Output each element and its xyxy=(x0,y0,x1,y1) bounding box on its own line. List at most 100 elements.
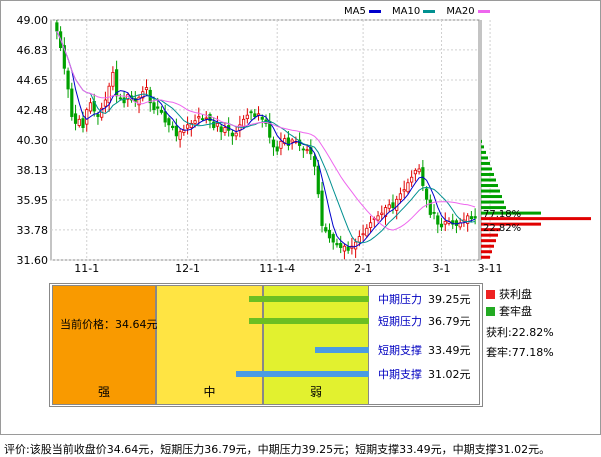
candle-body xyxy=(316,165,320,195)
candle-body xyxy=(193,120,197,124)
candle-body xyxy=(118,97,122,100)
candle-body xyxy=(424,188,429,200)
candle-body xyxy=(432,212,436,214)
candle-body xyxy=(357,236,361,243)
legend-ma20: MA20 xyxy=(446,6,490,17)
candle-body xyxy=(159,109,164,113)
distribution-bar xyxy=(481,156,488,160)
candle-body xyxy=(156,106,160,109)
candle-body xyxy=(77,118,81,126)
level-label: 短期支撑 33.49元 xyxy=(378,342,471,358)
level-bar xyxy=(248,296,369,302)
candle-body xyxy=(331,234,335,243)
trapped-ratio: 套牢:77.18% xyxy=(486,346,554,359)
candle-body xyxy=(469,216,473,220)
candle-body xyxy=(406,182,410,193)
distribution-bar xyxy=(481,172,494,176)
candle-body xyxy=(55,22,59,32)
candle-body xyxy=(185,124,190,129)
distribution-bar xyxy=(481,150,486,154)
evaluation-text: 评价:该股当前收盘价34.64元，短期压力36.79元，中期压力39.25元；短… xyxy=(4,443,551,456)
candle-body xyxy=(271,139,276,148)
level-value: 33.49元 xyxy=(428,344,471,357)
candle-body xyxy=(163,111,167,123)
ma-legend: MA5 MA10 MA20 xyxy=(344,6,498,17)
candle-body xyxy=(230,132,234,137)
profit-ratio: 获利:22.82% xyxy=(486,326,554,339)
level-bar xyxy=(248,318,369,324)
candle-body xyxy=(279,140,283,149)
distribution-bar xyxy=(481,239,496,243)
candle-body xyxy=(443,220,447,225)
current-price-label: 当前价格：34.64元 xyxy=(60,318,158,331)
legend-trapped: 套牢盘 xyxy=(486,303,532,319)
candle-body xyxy=(85,109,89,125)
distribution-bar xyxy=(481,161,490,165)
candle-body xyxy=(410,176,414,183)
x-tick-label: 3-1 xyxy=(433,262,451,275)
candle-body xyxy=(167,118,171,126)
y-tick-label: 31.60 xyxy=(17,254,49,267)
candle-body xyxy=(234,132,238,137)
candle-body xyxy=(111,72,115,87)
legend-ma5: MA5 xyxy=(344,6,381,17)
zone-strong-label: 强 xyxy=(97,385,110,399)
candle-body xyxy=(320,190,324,226)
candle-body xyxy=(436,215,440,225)
level-value: 31.02元 xyxy=(428,368,471,381)
candle-body xyxy=(368,222,373,228)
y-tick-label: 49.00 xyxy=(17,14,49,27)
candle-body xyxy=(391,202,395,208)
x-tick-label: 2-1 xyxy=(354,262,372,275)
zone-medium-label: 中 xyxy=(203,385,216,399)
candle-body xyxy=(152,102,156,111)
candle-body xyxy=(70,88,74,117)
candle-body xyxy=(96,114,100,117)
distribution-bar xyxy=(481,200,504,204)
candle-body xyxy=(204,117,208,120)
candle-body xyxy=(200,118,205,121)
y-tick-label: 40.30 xyxy=(17,134,49,147)
y-tick-label: 35.95 xyxy=(17,194,49,207)
distribution-bar xyxy=(481,184,498,188)
candle-body xyxy=(327,229,332,239)
zone-weak: 弱 xyxy=(263,285,369,405)
candle-body xyxy=(473,216,477,219)
candle-body xyxy=(103,99,108,107)
legend-profit: 获利盘 xyxy=(486,286,532,302)
candle-body xyxy=(275,146,279,152)
profit-swatch xyxy=(486,290,495,299)
distribution-bar xyxy=(481,167,492,171)
level-value: 39.25元 xyxy=(428,293,471,306)
candle-body xyxy=(81,118,85,128)
candle-body xyxy=(324,227,328,232)
candle-body xyxy=(305,149,309,152)
candle-body xyxy=(178,131,182,140)
candle-body xyxy=(365,227,369,237)
candle-body xyxy=(342,245,347,252)
x-tick-label: 11-1 xyxy=(74,262,99,275)
zone-weak-label: 弱 xyxy=(309,385,322,399)
distribution-bar xyxy=(481,244,494,248)
profit-percent-label: 22.82% xyxy=(483,223,521,234)
y-tick-label: 46.83 xyxy=(17,44,49,57)
candle-body xyxy=(301,148,305,151)
candle-body xyxy=(439,223,444,228)
candle-body xyxy=(413,169,417,175)
candle-body xyxy=(219,126,223,133)
level-name: 短期支撑 xyxy=(378,344,422,357)
candle-body xyxy=(260,116,264,120)
candle-body xyxy=(174,125,178,137)
distribution-bar xyxy=(481,250,492,254)
y-tick-label: 44.65 xyxy=(17,74,49,87)
candle-body xyxy=(454,220,459,226)
distribution-bar xyxy=(481,195,502,199)
candle-body xyxy=(215,123,220,127)
candle-body xyxy=(249,111,253,114)
level-label: 中期支撑 31.02元 xyxy=(378,366,471,382)
candle-body xyxy=(428,199,432,215)
distribution-bar xyxy=(481,178,496,182)
candle-body xyxy=(395,198,399,211)
candle-body xyxy=(339,243,343,248)
y-tick-label: 38.13 xyxy=(17,164,49,177)
